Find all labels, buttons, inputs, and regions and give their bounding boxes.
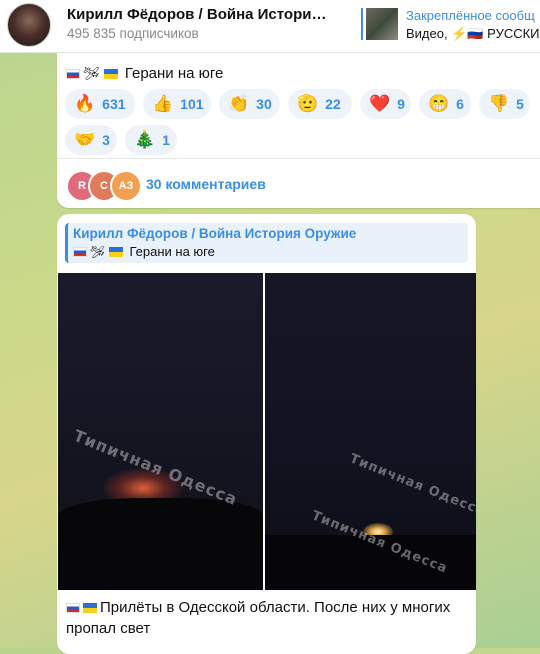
reaction-thumbs-down[interactable]: 👎 5 <box>479 89 530 119</box>
reaction-count: 5 <box>516 96 524 112</box>
photo-left[interactable]: Типичная Одесса <box>58 273 263 590</box>
salute-icon: 🫡 <box>297 94 319 113</box>
reaction-count: 30 <box>256 96 272 112</box>
channel-title[interactable]: Кирилл Фёдоров / Война Истори… <box>67 6 342 23</box>
comments-link[interactable]: R C АЗ 30 комментариев <box>66 168 366 202</box>
christmas-tree-icon: 🎄 <box>134 130 156 149</box>
commenter-avatar: АЗ <box>110 170 142 202</box>
reaction-salute[interactable]: 🫡 22 <box>288 89 352 119</box>
thumbs-down-icon: 👎 <box>488 94 510 113</box>
message-caption: Прилёты в Одесской области. После них у … <box>66 597 466 639</box>
grin-icon: 😁 <box>428 94 450 113</box>
reaction-heart[interactable]: ❤️ 9 <box>360 89 411 119</box>
message-text: 🛩 Герани на юге <box>66 65 223 82</box>
reply-author: Кирилл Фёдоров / Война История Оружие <box>73 226 357 241</box>
message-bubble: 🛩 Герани на юге 🔥 631 👍 101 👏 30 🫡 22 ❤️ 9 😁 6… <box>57 52 540 208</box>
thumbs-up-icon: 👍 <box>152 94 174 113</box>
pinned-message-text[interactable]: Видео, ⚡🇷🇺 РУССКИ <box>406 26 540 42</box>
reply-text: 🛩 Герани на юге <box>73 244 215 259</box>
message-bubble: Кирилл Фёдоров / Война История Оружие 🛩 … <box>57 214 476 654</box>
comments-count[interactable]: 30 комментариев <box>146 176 266 192</box>
reaction-count: 22 <box>325 96 341 112</box>
reaction-count: 6 <box>456 96 464 112</box>
heart-icon: ❤️ <box>369 94 391 113</box>
reaction-grin[interactable]: 😁 6 <box>419 89 471 119</box>
pinned-indicator <box>361 8 363 40</box>
ukraine-flag-icon <box>103 69 118 79</box>
channel-avatar[interactable] <box>7 3 51 47</box>
divider <box>57 158 540 159</box>
photo-right[interactable]: Типичная Одесса Типичная Одесса <box>265 273 476 590</box>
handshake-icon: 🤝 <box>74 130 96 149</box>
ukraine-flag-icon <box>108 247 123 257</box>
reaction-count: 1 <box>162 132 170 148</box>
clap-icon: 👏 <box>228 94 250 113</box>
reaction-count: 631 <box>102 96 126 112</box>
fire-icon: 🔥 <box>74 94 96 113</box>
plane-icon: 🛩 <box>90 245 106 259</box>
caption-text: Прилёты в Одесской области. После них у … <box>66 599 451 637</box>
reaction-count: 9 <box>397 96 405 112</box>
reaction-thumbs-up[interactable]: 👍 101 <box>143 89 211 119</box>
ukraine-flag-icon <box>83 603 97 613</box>
reaction-fire[interactable]: 🔥 631 <box>65 89 135 119</box>
reaction-count: 3 <box>102 132 110 148</box>
pinned-message-title[interactable]: Закреплённое сообщ <box>406 8 535 23</box>
plane-icon: 🛩 <box>83 66 100 81</box>
pinned-thumbnail[interactable] <box>366 8 398 40</box>
reaction-count: 101 <box>180 96 204 112</box>
reaction-clap[interactable]: 👏 30 <box>219 89 280 119</box>
russia-flag-icon <box>73 247 87 257</box>
russia-flag-icon <box>66 69 80 79</box>
russia-flag-icon <box>66 603 80 613</box>
reaction-christmas-tree[interactable]: 🎄 1 <box>125 125 177 155</box>
channel-header: Кирилл Фёдоров / Война Истори… 495 835 п… <box>0 0 540 53</box>
subscriber-count: 495 835 подписчиков <box>67 26 199 41</box>
reaction-handshake[interactable]: 🤝 3 <box>65 125 117 155</box>
reply-body: Герани на юге <box>129 244 215 259</box>
message-body: Герани на юге <box>124 65 224 82</box>
ground-silhouette <box>58 498 263 590</box>
reply-quote[interactable]: Кирилл Фёдоров / Война История Оружие 🛩 … <box>65 223 468 263</box>
